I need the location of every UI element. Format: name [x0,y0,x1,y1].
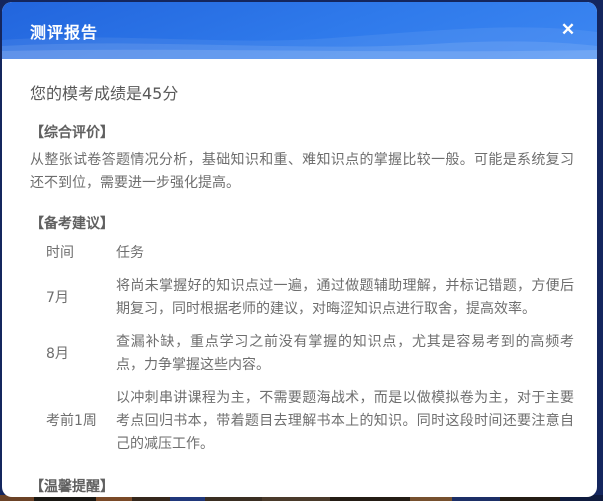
dialog-body: 您的模考成绩是45分 【综合评价】 从整张试卷答题情况分析，基础知识和重、难知识… [2,80,597,497]
task-cell: 以冲刺串讲课程为主，不需要题海战术，而是以做模拟卷为主，对于主要考点回归书本，带… [116,390,574,452]
task-column-header: 任务 [116,245,144,261]
reminder-heading: 【温馨提醒】 [30,479,114,495]
dialog-title: 测评报告 [30,22,99,42]
table-header-row: 时间 任务 [30,242,574,265]
task-cell: 将尚未掌握好的知识点过一遍，通过做题辅助理解，并标记错题，方便后期复习，同时根据… [116,278,574,317]
evaluation-body: 从整张试卷答题情况分析，基础知识和重、难知识点的掌握比较一般。可能是系统复习还不… [30,152,574,191]
time-cell: 考前1周 [46,413,97,429]
time-cell: 8月 [46,345,69,362]
task-cell: 查漏补缺，重点学习之前没有掌握的知识点，尤其是容易考到的高频考点，力争掌握这些内… [116,334,574,373]
table-row: 考前1周 以冲刺串讲课程为主，不需要题海战术，而是以做模拟卷为主，对于主要考点回… [30,387,574,456]
close-button[interactable]: ✕ [555,17,581,43]
advice-table: 时间 任务 7月 将尚未掌握好的知识点过一遍，通过做题辅助理解，并标记错题，方便… [30,242,574,456]
time-cell: 7月 [46,289,69,306]
close-icon: ✕ [560,20,576,39]
suggestions-heading: 【备考建议】 [30,216,114,232]
table-row: 7月 将尚未掌握好的知识点过一遍，通过做题辅助理解，并标记错题，方便后期复习，同… [30,275,574,321]
evaluation-heading: 【综合评价】 [30,125,114,141]
dialog-header: 测评报告 ✕ [2,2,597,59]
score-line: 您的模考成绩是45分 [30,84,179,103]
assessment-report-dialog: 测评报告 ✕ 您的模考成绩是45分 【综合评价】 从整张试卷答题情况分析，基础知… [2,2,597,497]
table-row: 8月 查漏补缺，重点学习之前没有掌握的知识点，尤其是容易考到的高频考点，力争掌握… [30,331,574,377]
time-column-header: 时间 [46,245,74,261]
